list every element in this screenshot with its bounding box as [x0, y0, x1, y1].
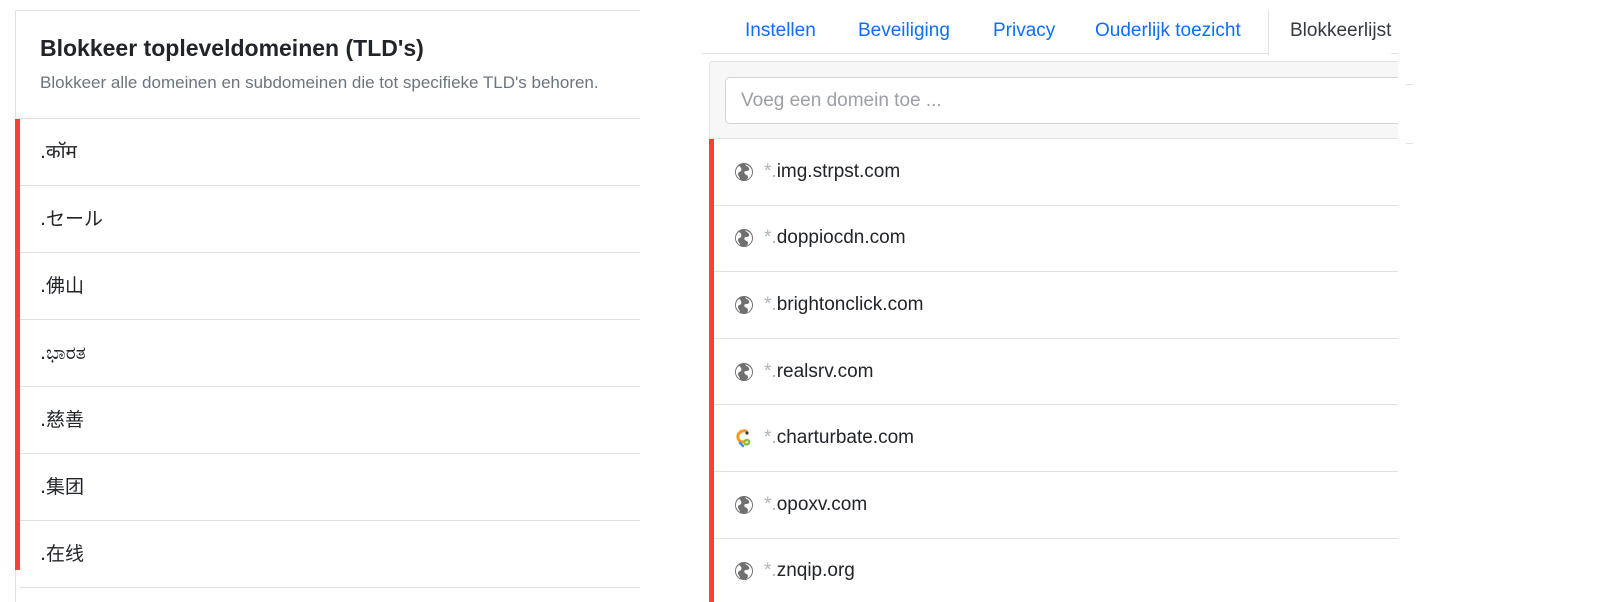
tld-item[interactable]: .セール [20, 186, 640, 253]
wildcard-prefix: *. [764, 360, 777, 382]
domain-row[interactable]: *. realsrv.com [714, 339, 1398, 406]
globe-icon [735, 362, 753, 381]
wildcard-prefix: *. [764, 293, 777, 315]
globe-icon [735, 162, 753, 181]
tld-card-title: Blokkeer topleveldomeinen (TLD's) [40, 35, 424, 61]
chaturbate-favicon-icon [736, 429, 751, 448]
domain-name: znqip.org [776, 560, 855, 582]
globe-icon [735, 495, 753, 514]
tld-item[interactable]: .कॉम [20, 119, 640, 186]
tld-card-subtitle: Blokkeer alle domeinen en subdomeinen di… [40, 73, 599, 92]
tld-card-header: Blokkeer topleveldomeinen (TLD's) Blokke… [16, 11, 640, 119]
tld-item[interactable]: .佛山 [20, 253, 640, 320]
wildcard-prefix: *. [764, 560, 777, 582]
add-domain-bar [709, 61, 1398, 139]
tab-ouderlijk-toezicht[interactable]: Ouderlijk toezicht [1095, 10, 1241, 54]
add-domain-input[interactable] [725, 77, 1398, 124]
tld-item[interactable]: .慈善 [20, 387, 640, 454]
globe-icon [735, 295, 753, 314]
blocklist-panel: Instellen Beveiliging Privacy Ouderlijk … [702, 10, 1398, 602]
wildcard-prefix: *. [764, 493, 777, 515]
tld-item[interactable]: .ಭಾರತ [20, 320, 640, 387]
tab-privacy[interactable]: Privacy [993, 10, 1055, 54]
globe-icon [735, 562, 753, 581]
domain-row[interactable]: *. img.strpst.com [714, 139, 1398, 206]
divider [1406, 84, 1413, 85]
domain-name: img.strpst.com [776, 160, 901, 182]
blocked-domain-list: *. img.strpst.com *. doppiocdn.com *. brigh… [709, 139, 1398, 602]
tld-list: .कॉम .セール .佛山 .ಭಾರತ .慈善 .集团 .在线 [15, 119, 640, 588]
tab-blokkeerlijst[interactable]: Blokkeerlijst [1268, 10, 1392, 55]
domain-name: brightonclick.com [776, 293, 924, 315]
domain-name: opoxv.com [776, 493, 868, 515]
wildcard-prefix: *. [764, 227, 777, 249]
globe-icon [735, 229, 753, 248]
tld-item[interactable]: .在线 [20, 521, 640, 588]
wildcard-prefix: *. [764, 427, 777, 449]
domain-row[interactable]: *. znqip.org [714, 539, 1398, 602]
tld-block-card: Blokkeer topleveldomeinen (TLD's) Blokke… [15, 10, 640, 602]
domain-name: realsrv.com [776, 360, 874, 382]
tab-beveiliging[interactable]: Beveiliging [858, 10, 950, 54]
tab-instellen[interactable]: Instellen [745, 10, 816, 54]
wildcard-prefix: *. [764, 160, 777, 182]
domain-row[interactable]: *. doppiocdn.com [714, 206, 1398, 273]
domain-name: charturbate.com [776, 427, 914, 449]
tld-item[interactable]: .集团 [20, 454, 640, 521]
domain-row[interactable]: *. opoxv.com [714, 472, 1398, 539]
divider [1406, 143, 1413, 144]
domain-row[interactable]: *. brightonclick.com [714, 272, 1398, 339]
domain-row[interactable]: *. charturbate.com [714, 405, 1398, 472]
domain-name: doppiocdn.com [776, 227, 906, 249]
settings-tabs: Instellen Beveiliging Privacy Ouderlijk … [702, 10, 1398, 55]
